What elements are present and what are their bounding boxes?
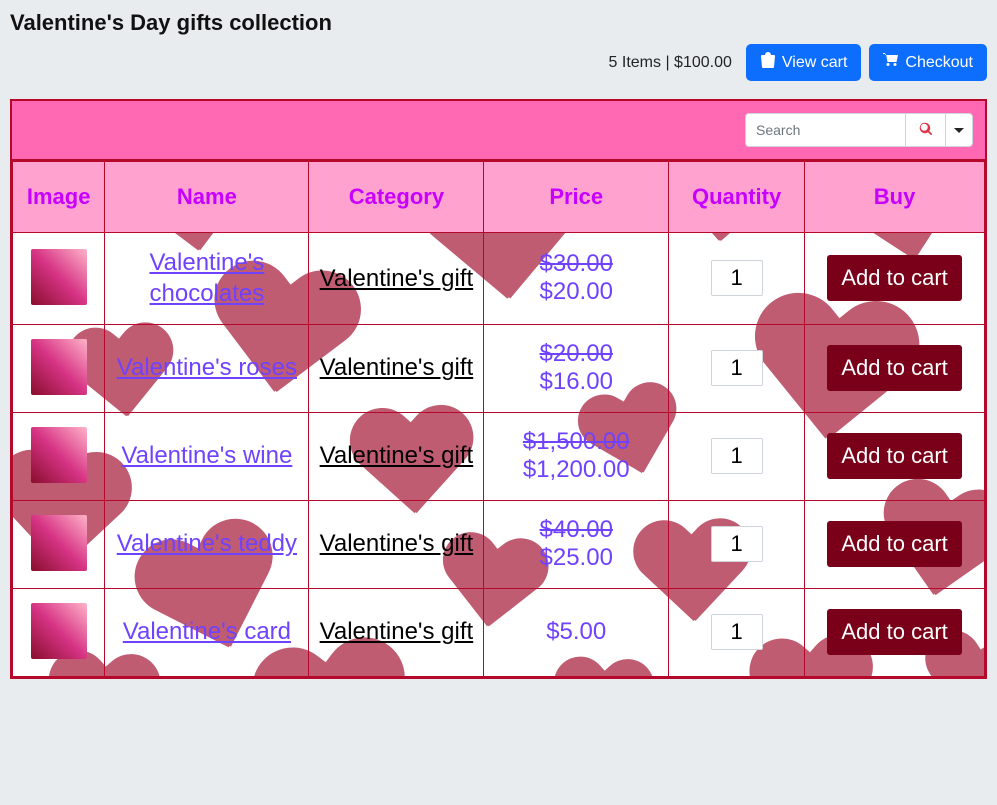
product-thumbnail[interactable]: [31, 515, 87, 571]
quantity-input[interactable]: [711, 350, 763, 386]
col-header-price[interactable]: Price: [484, 162, 669, 233]
col-header-category[interactable]: Category: [309, 162, 484, 233]
cart-icon: [883, 52, 899, 73]
table-row: Valentine's chocolates Valentine's gift $3…: [13, 233, 985, 324]
product-name-link[interactable]: Valentine's roses: [117, 352, 297, 383]
product-name-link[interactable]: Valentine's teddy: [117, 528, 297, 559]
old-price: $30.00: [492, 250, 660, 278]
cart-summary: 5 Items | $100.00: [609, 54, 732, 72]
checkout-button[interactable]: Checkout: [869, 44, 987, 81]
add-to-cart-button[interactable]: Add to cart: [827, 433, 961, 479]
search-icon: [919, 122, 933, 139]
view-cart-label: View cart: [782, 53, 848, 72]
product-name-link[interactable]: Valentine's chocolates: [113, 247, 300, 309]
product-thumbnail[interactable]: [31, 603, 87, 659]
view-cart-button[interactable]: View cart: [746, 44, 862, 81]
products-table-wrap: Image Name Category Price Quantity Buy V…: [10, 99, 987, 678]
table-row: Valentine's roses Valentine's gift $20.00$…: [13, 324, 985, 412]
old-price: $40.00: [492, 516, 660, 544]
bag-icon: [760, 52, 776, 73]
quantity-input[interactable]: [711, 260, 763, 296]
add-to-cart-button[interactable]: Add to cart: [827, 345, 961, 391]
table-row: Valentine's wine Valentine's gift $1,500.0…: [13, 412, 985, 500]
product-name-link[interactable]: Valentine's wine: [121, 440, 292, 471]
old-price: $20.00: [492, 340, 660, 368]
category-link[interactable]: Valentine's gift: [320, 263, 474, 294]
col-header-buy[interactable]: Buy: [805, 162, 985, 233]
quantity-input[interactable]: [711, 526, 763, 562]
price: $5.00: [492, 618, 660, 646]
old-price: $1,500.00: [492, 428, 660, 456]
price: $25.00: [492, 544, 660, 572]
table-row: Valentine's card Valentine's gift $5.00 Add…: [13, 588, 985, 676]
col-header-name[interactable]: Name: [105, 162, 309, 233]
search-button[interactable]: [905, 113, 945, 147]
product-thumbnail[interactable]: [31, 249, 87, 305]
col-header-quantity[interactable]: Quantity: [669, 162, 805, 233]
product-name-link[interactable]: Valentine's card: [123, 616, 291, 647]
checkout-label: Checkout: [905, 53, 973, 72]
category-link[interactable]: Valentine's gift: [320, 352, 474, 383]
search-group: [745, 113, 973, 147]
product-thumbnail[interactable]: [31, 427, 87, 483]
category-link[interactable]: Valentine's gift: [320, 616, 474, 647]
category-link[interactable]: Valentine's gift: [320, 440, 474, 471]
search-dropdown-toggle[interactable]: [945, 113, 973, 147]
top-bar: 5 Items | $100.00 View cart Checkout: [10, 44, 987, 81]
price: $20.00: [492, 278, 660, 306]
caret-down-icon: [954, 128, 964, 133]
table-row: Valentine's teddy Valentine's gift $40.00$…: [13, 500, 985, 588]
add-to-cart-button[interactable]: Add to cart: [827, 609, 961, 655]
page-title: Valentine's Day gifts collection: [10, 10, 987, 36]
add-to-cart-button[interactable]: Add to cart: [827, 521, 961, 567]
product-thumbnail[interactable]: [31, 339, 87, 395]
products-table: Image Name Category Price Quantity Buy V…: [12, 161, 985, 676]
quantity-input[interactable]: [711, 614, 763, 650]
price: $1,200.00: [492, 456, 660, 484]
search-strip: [12, 101, 985, 161]
col-header-image[interactable]: Image: [13, 162, 105, 233]
add-to-cart-button[interactable]: Add to cart: [827, 255, 961, 301]
price: $16.00: [492, 368, 660, 396]
quantity-input[interactable]: [711, 438, 763, 474]
category-link[interactable]: Valentine's gift: [320, 528, 474, 559]
search-input[interactable]: [745, 113, 905, 147]
